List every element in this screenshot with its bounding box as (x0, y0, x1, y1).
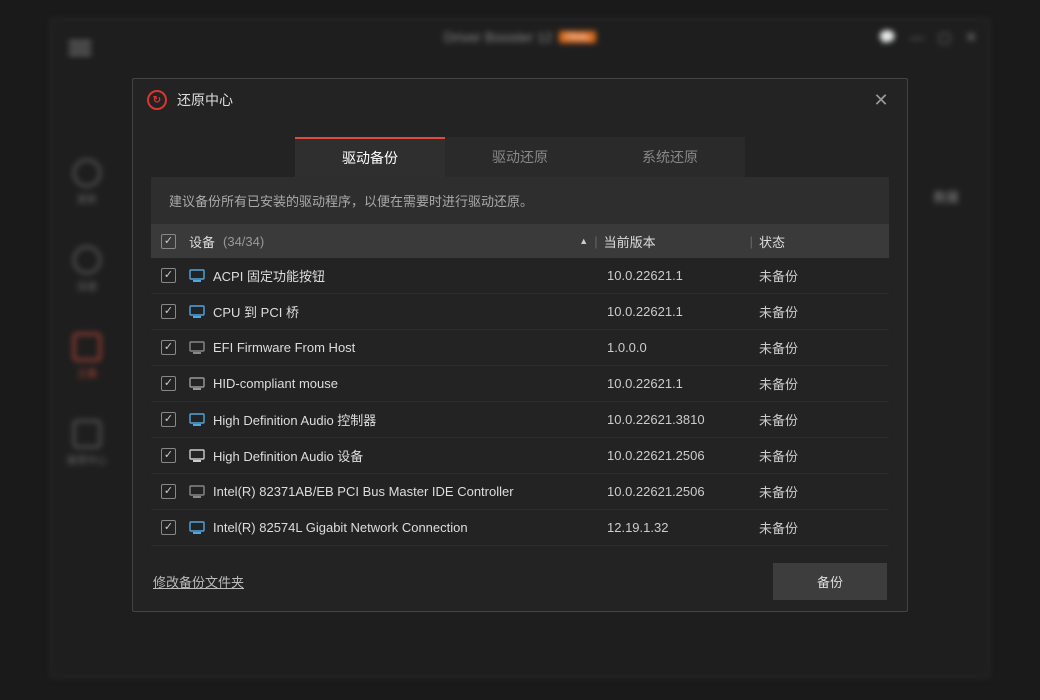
device-version: 10.0.22621.1 (607, 268, 747, 283)
device-icon (189, 305, 205, 319)
device-status: 未备份 (759, 446, 879, 465)
tab-driver-restore[interactable]: 驱动还原 (445, 137, 595, 177)
device-name: Intel(R) 82574L Gigabit Network Connecti… (213, 520, 468, 535)
device-icon (189, 521, 205, 535)
row-checkbox[interactable] (161, 340, 176, 355)
device-version: 10.0.22621.2506 (607, 448, 747, 463)
feedback-icon[interactable]: 💬 (879, 29, 896, 46)
close-icon[interactable]: ✕ (869, 90, 893, 111)
sidebar-item-boost[interactable]: 加速 (73, 246, 101, 293)
table-row[interactable]: High Definition Audio 设备 10.0.22621.2506… (151, 438, 889, 474)
device-status: 未备份 (759, 410, 879, 429)
backup-button[interactable]: 备份 (773, 563, 887, 600)
device-version: 10.0.22621.1 (607, 376, 747, 391)
hint-text: 建议备份所有已安装的驱动程序，以便在需要时进行驱动还原。 (151, 177, 889, 224)
device-icon (189, 341, 205, 355)
table-header: 设备 (34/34) ▲ | 当前版本 | 状态 (151, 224, 889, 258)
row-checkbox[interactable] (161, 304, 176, 319)
sidebar-item-tools[interactable]: 工具 (73, 333, 101, 380)
column-status[interactable]: 状态 (759, 232, 879, 251)
table-body[interactable]: ACPI 固定功能按钮 10.0.22621.1 未备份CPU 到 PCI 桥 … (151, 258, 889, 551)
modal-footer: 修改备份文件夹 备份 (133, 551, 907, 611)
bg-right-button[interactable]: 救援 (933, 187, 959, 206)
device-version: 10.0.22621.2506 (607, 484, 747, 499)
trial-badge: TRIAL (559, 31, 597, 43)
modal-title: 还原中心 (177, 90, 869, 110)
device-name: HID-compliant mouse (213, 376, 338, 391)
restore-center-modal: ↻ 还原中心 ✕ 驱动备份 驱动还原 系统还原 建议备份所有已安装的驱动程序，以… (132, 78, 908, 612)
modal-header: ↻ 还原中心 ✕ (133, 79, 907, 121)
device-status: 未备份 (759, 266, 879, 285)
device-name: High Definition Audio 控制器 (213, 410, 376, 429)
driver-table: 设备 (34/34) ▲ | 当前版本 | 状态 ACPI 固定功能按钮 10.… (151, 224, 889, 551)
device-name: High Definition Audio 设备 (213, 446, 363, 465)
select-all-checkbox[interactable] (161, 234, 176, 249)
device-icon (189, 413, 205, 427)
column-device[interactable]: 设备 (34/34) ▲ (189, 232, 588, 251)
app-title: Driver Booster 12 (444, 29, 553, 45)
sidebar-item-recommend[interactable]: 推荐中心 (67, 420, 107, 467)
device-status: 未备份 (759, 518, 879, 537)
row-checkbox[interactable] (161, 412, 176, 427)
device-icon (189, 449, 205, 463)
sidebar-item-update[interactable]: 更新 (73, 159, 101, 206)
device-icon (189, 269, 205, 283)
device-name: Intel(R) 82371AB/EB PCI Bus Master IDE C… (213, 484, 514, 499)
maximize-icon[interactable]: ▢ (938, 29, 951, 46)
device-status: 未备份 (759, 302, 879, 321)
device-name: ACPI 固定功能按钮 (213, 266, 325, 285)
device-version: 1.0.0.0 (607, 340, 747, 355)
row-checkbox[interactable] (161, 268, 176, 283)
device-icon (189, 377, 205, 391)
device-status: 未备份 (759, 482, 879, 501)
table-row[interactable]: HID-compliant mouse 10.0.22621.1 未备份 (151, 366, 889, 402)
row-checkbox[interactable] (161, 376, 176, 391)
table-row[interactable]: EFI Firmware From Host 1.0.0.0 未备份 (151, 330, 889, 366)
table-row[interactable]: High Definition Audio 控制器 10.0.22621.381… (151, 402, 889, 438)
bg-titlebar: Driver Booster 12 TRIAL 💬 — ▢ ✕ (51, 19, 989, 55)
window-controls: 💬 — ▢ ✕ (879, 29, 977, 46)
bg-sidebar: 更新 加速 工具 推荐中心 (57, 159, 117, 467)
device-status: 未备份 (759, 338, 879, 357)
hamburger-menu[interactable] (69, 47, 91, 49)
table-row[interactable]: ACPI 固定功能按钮 10.0.22621.1 未备份 (151, 258, 889, 294)
device-icon (189, 485, 205, 499)
device-status: 未备份 (759, 374, 879, 393)
device-name: EFI Firmware From Host (213, 340, 355, 355)
tab-system-restore[interactable]: 系统还原 (595, 137, 745, 177)
minimize-icon[interactable]: — (910, 29, 924, 46)
device-version: 10.0.22621.3810 (607, 412, 747, 427)
table-row[interactable]: Intel(R) 82574L Gigabit Network Connecti… (151, 510, 889, 546)
row-checkbox[interactable] (161, 484, 176, 499)
device-name: CPU 到 PCI 桥 (213, 302, 299, 321)
device-version: 12.19.1.32 (607, 520, 747, 535)
tab-driver-backup[interactable]: 驱动备份 (295, 137, 445, 177)
sort-asc-icon: ▲ (579, 236, 588, 246)
table-row[interactable]: CPU 到 PCI 桥 10.0.22621.1 未备份 (151, 294, 889, 330)
close-window-icon[interactable]: ✕ (965, 29, 977, 46)
change-backup-folder-link[interactable]: 修改备份文件夹 (153, 572, 773, 591)
tab-bar: 驱动备份 驱动还原 系统还原 (133, 137, 907, 177)
row-checkbox[interactable] (161, 448, 176, 463)
device-version: 10.0.22621.1 (607, 304, 747, 319)
restore-icon: ↻ (147, 90, 167, 110)
table-row[interactable]: Intel(R) 82371AB/EB PCI Bus Master IDE C… (151, 474, 889, 510)
column-version[interactable]: 当前版本 (604, 232, 744, 251)
row-checkbox[interactable] (161, 520, 176, 535)
device-count: (34/34) (223, 234, 264, 249)
